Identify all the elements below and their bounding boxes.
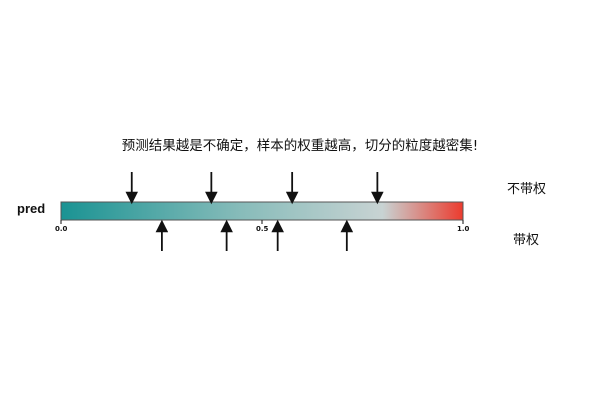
tick-label: 0.5 — [256, 225, 269, 233]
split-diagram — [60, 172, 464, 251]
pred-gradient-bar — [60, 201, 464, 221]
axis-ticks — [60, 220, 464, 224]
unweighted-split-arrows — [125, 172, 384, 205]
weighted-split-arrows — [155, 219, 354, 251]
tick-label: 1.0 — [457, 225, 470, 233]
tick-label: 0.0 — [55, 225, 68, 233]
